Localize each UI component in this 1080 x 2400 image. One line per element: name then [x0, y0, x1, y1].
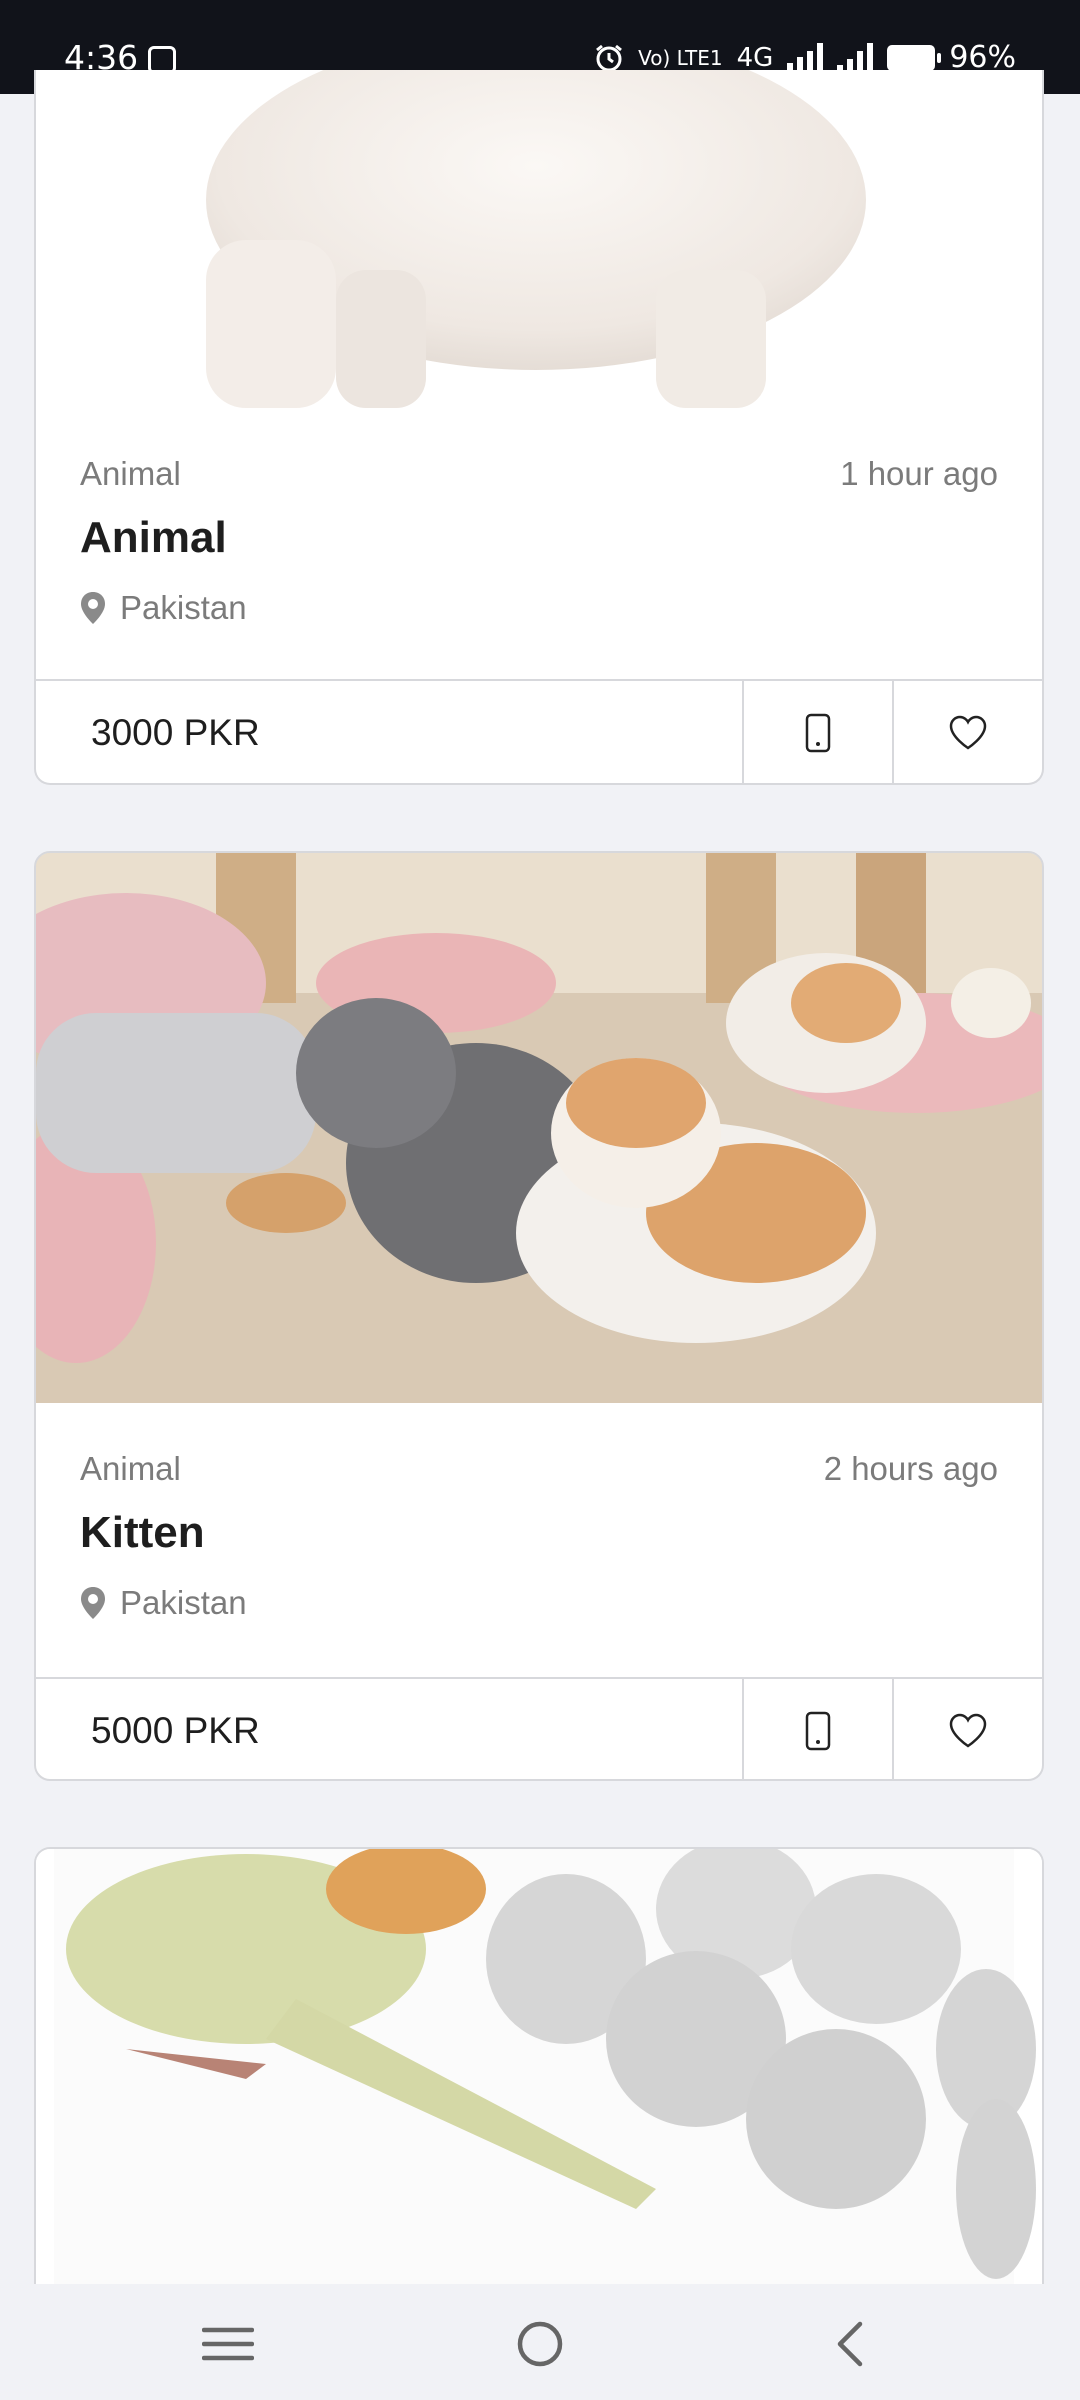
listing-location: Pakistan	[80, 1584, 247, 1622]
battery-icon	[887, 44, 942, 71]
parrot-and-eggs-photo	[54, 1849, 1036, 2284]
listing-category: Animal	[80, 1450, 181, 1487]
listing-image[interactable]	[36, 853, 1042, 1403]
listing-location: Pakistan	[80, 589, 247, 627]
call-button[interactable]	[742, 1679, 892, 1779]
home-button[interactable]	[510, 2314, 570, 2374]
listing-price: 3000 PKR	[91, 712, 260, 753]
location-text: Pakistan	[120, 589, 247, 626]
listing-footer: 3000 PKR	[36, 679, 1042, 783]
system-nav-bar	[0, 2284, 1080, 2400]
menu-icon	[202, 2327, 254, 2361]
white-animal-photo	[206, 70, 866, 408]
listing-card[interactable]: Animal 2 hours ago Kitten Pakistan 5000 …	[34, 851, 1044, 1781]
listing-card[interactable]	[34, 1847, 1044, 2284]
phone-icon	[805, 713, 831, 753]
listing-time: 1 hour ago	[840, 455, 998, 492]
location-pin-icon	[81, 1587, 105, 1619]
listing-image[interactable]	[36, 70, 1042, 408]
listing-footer: 5000 PKR	[36, 1677, 1042, 1779]
listing-card[interactable]: Animal 1 hour ago Animal Pakistan 3000 P…	[34, 70, 1044, 785]
signal-icon-2	[837, 42, 874, 73]
menu-button[interactable]	[198, 2314, 258, 2374]
favorite-button[interactable]	[892, 681, 1042, 783]
home-icon	[517, 2321, 563, 2367]
call-button[interactable]	[742, 681, 892, 783]
listing-price: 5000 PKR	[91, 1710, 260, 1751]
kittens-playing-photo	[36, 853, 1042, 1403]
back-icon	[837, 2321, 863, 2367]
heart-icon	[949, 1713, 987, 1748]
alarm-icon	[596, 44, 623, 71]
volte-indicator: Vo) LTE1	[638, 45, 723, 70]
listing-category: Animal	[80, 455, 181, 492]
back-button[interactable]	[820, 2314, 880, 2374]
listing-title[interactable]: Animal	[80, 513, 227, 563]
location-pin-icon	[81, 592, 105, 624]
listing-title[interactable]: Kitten	[80, 1508, 205, 1558]
listing-image[interactable]	[36, 1849, 1042, 2284]
network-type: 4G	[736, 42, 774, 73]
signal-icon-1	[787, 42, 824, 73]
favorite-button[interactable]	[892, 1679, 1042, 1779]
heart-icon	[949, 715, 987, 750]
listing-time: 2 hours ago	[823, 1450, 998, 1487]
phone-icon	[805, 1711, 831, 1751]
location-text: Pakistan	[120, 1584, 247, 1621]
